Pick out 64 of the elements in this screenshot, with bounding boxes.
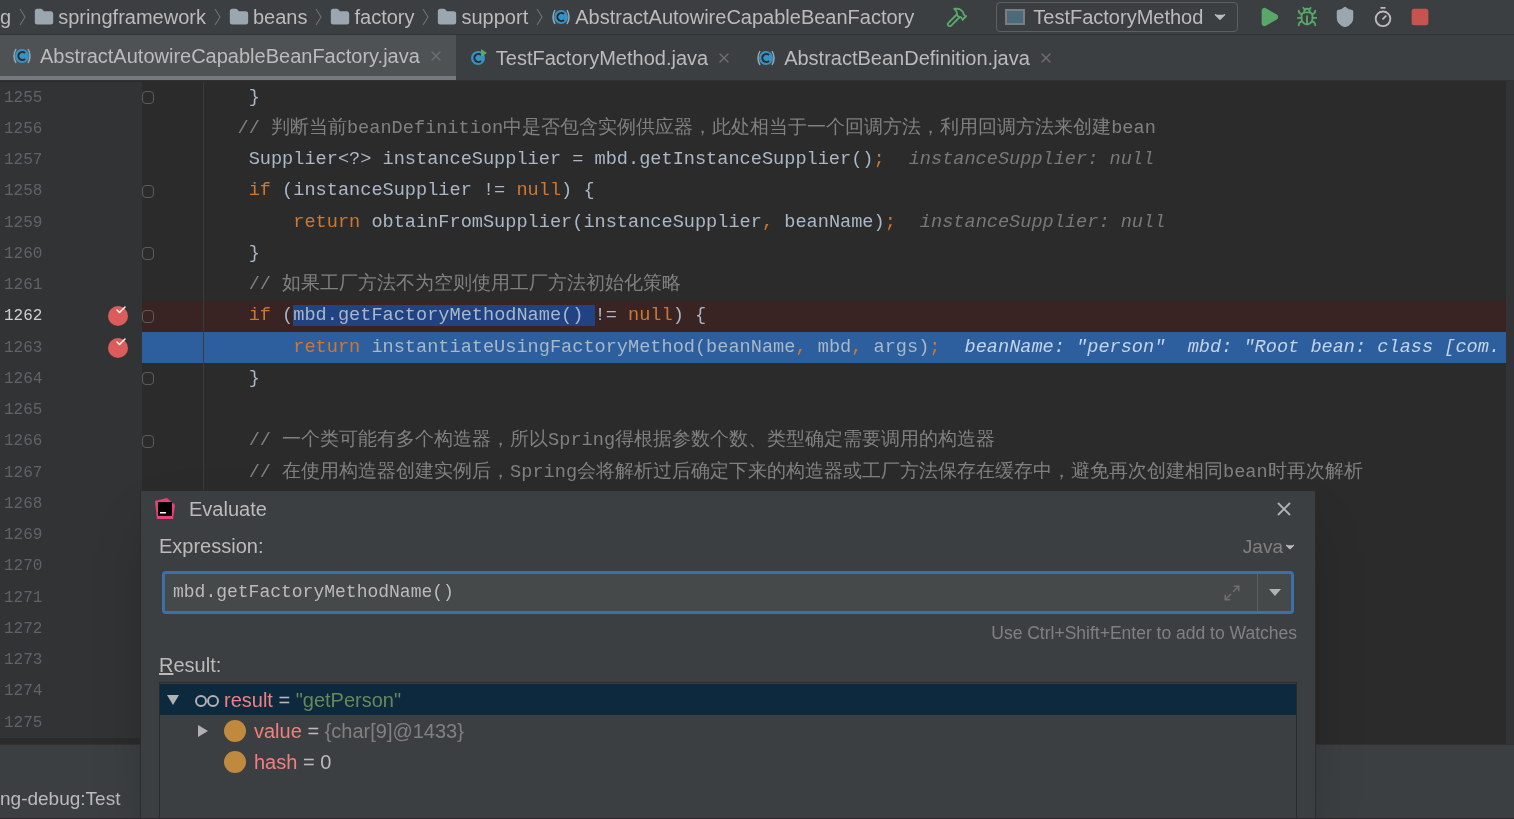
chevron-icon xyxy=(19,8,27,26)
breadcrumb-item[interactable]: g xyxy=(0,2,12,32)
field-icon xyxy=(224,750,246,773)
expression-field[interactable]: mbd.getFactoryMethodName() xyxy=(162,571,1294,614)
fold-icon[interactable] xyxy=(142,372,154,386)
run-config-dropdown[interactable]: TestFactoryMethod xyxy=(996,2,1239,32)
result-label: Result: xyxy=(159,654,222,677)
chevron-icon xyxy=(422,8,430,26)
editor-tab[interactable]: TestFactoryMethod.java xyxy=(455,35,745,80)
code-line: Supplier<?> instanceSupplier = mbd.getInstanceSupplier(); instanceSupplier: null xyxy=(247,148,1155,173)
fold-icon[interactable] xyxy=(142,434,154,448)
caret-icon xyxy=(1268,588,1281,597)
folder-icon xyxy=(34,7,55,27)
code-line: } xyxy=(247,241,260,266)
result-row[interactable]: value = {char[9]@1433} xyxy=(160,715,1296,747)
code-line: } xyxy=(247,85,260,110)
code-line: return instantiateUsingFactoryMethod(beanName, mbd, args); beanName: "person" mbd: "Root bean: class [com. xyxy=(292,335,1501,360)
breadcrumb-item[interactable]: AbstractAutowireCapableBeanFactory xyxy=(575,2,915,32)
result-entry: value = {char[9]@1433} xyxy=(254,718,464,744)
result-entry: hash = 0 xyxy=(254,749,332,775)
result-row[interactable]: result = "getPerson" xyxy=(160,684,1296,716)
result-entry: result = "getPerson" xyxy=(224,687,402,713)
status-text: ng-debug:Test xyxy=(0,787,121,812)
editor-tab[interactable]: AbstractAutowireCapableBeanFactory.java xyxy=(0,35,456,80)
fold-icon[interactable] xyxy=(142,247,154,261)
folder-icon xyxy=(330,7,351,27)
code-line: } xyxy=(247,366,260,391)
watches-hint: Use Ctrl+Shift+Enter to add to Watches xyxy=(991,622,1297,645)
code-comment: // 判断当前beanDefinition中是否包含实例供应器，此处相当于一个回调方法，利用回调方法来创建bean xyxy=(236,116,1156,141)
code-line: if (instanceSupplier != null) { xyxy=(247,179,595,204)
glasses-icon xyxy=(194,692,220,707)
expanded-icon[interactable] xyxy=(166,692,180,707)
fold-icon[interactable] xyxy=(142,184,154,198)
chevron-icon xyxy=(315,8,323,26)
bug-icon[interactable] xyxy=(1296,6,1319,28)
editor-tab[interactable]: AbstractBeanDefinition.java xyxy=(744,35,1066,80)
class-icon xyxy=(551,7,572,27)
line-number: 1262 xyxy=(3,306,44,328)
result-row[interactable]: hash = 0 xyxy=(160,746,1296,778)
window-icon xyxy=(1005,9,1026,25)
breadcrumb-item[interactable]: support xyxy=(461,2,529,32)
hammer-icon[interactable] xyxy=(946,6,969,28)
chevron-icon xyxy=(536,8,544,26)
folder-icon xyxy=(228,7,249,27)
expression-label: Expression: xyxy=(159,534,264,559)
breadcrumb-item[interactable]: springframework xyxy=(58,2,206,32)
field-icon xyxy=(224,719,246,742)
app-logo-icon xyxy=(153,497,177,521)
breakpoint-icon[interactable] xyxy=(108,337,128,358)
stop-icon[interactable] xyxy=(1410,7,1431,27)
collapsed-icon[interactable] xyxy=(196,723,210,738)
chevron-icon xyxy=(213,8,221,26)
code-comment: // 在使用构造器创建实例后，Spring会将解析过后确定下来的构造器或工厂方法保存在缓存中，避免再次创建相同bean时再次解析 xyxy=(247,460,1363,485)
breakpoint-icon[interactable] xyxy=(108,306,128,327)
breadcrumb-item[interactable]: beans xyxy=(252,2,308,32)
code-comment: // 如果工厂方法不为空则使用工厂方法初始化策略 xyxy=(247,272,682,298)
fold-icon[interactable] xyxy=(142,91,154,105)
code-line: if (mbd.getFactoryMethodName() != null) { xyxy=(247,304,707,329)
fold-icon[interactable] xyxy=(142,309,154,323)
breadcrumb-item[interactable]: factory xyxy=(354,2,415,32)
code-line: return obtainFromSupplier(instanceSupplier, beanName); instanceSupplier: null xyxy=(292,210,1166,235)
code-comment: // 一个类可能有多个构造器，所以Spring得根据参数个数、类型确定需要调用的构造器 xyxy=(247,428,996,454)
dialog-title: Evaluate xyxy=(189,497,267,522)
folder-icon xyxy=(437,7,458,27)
